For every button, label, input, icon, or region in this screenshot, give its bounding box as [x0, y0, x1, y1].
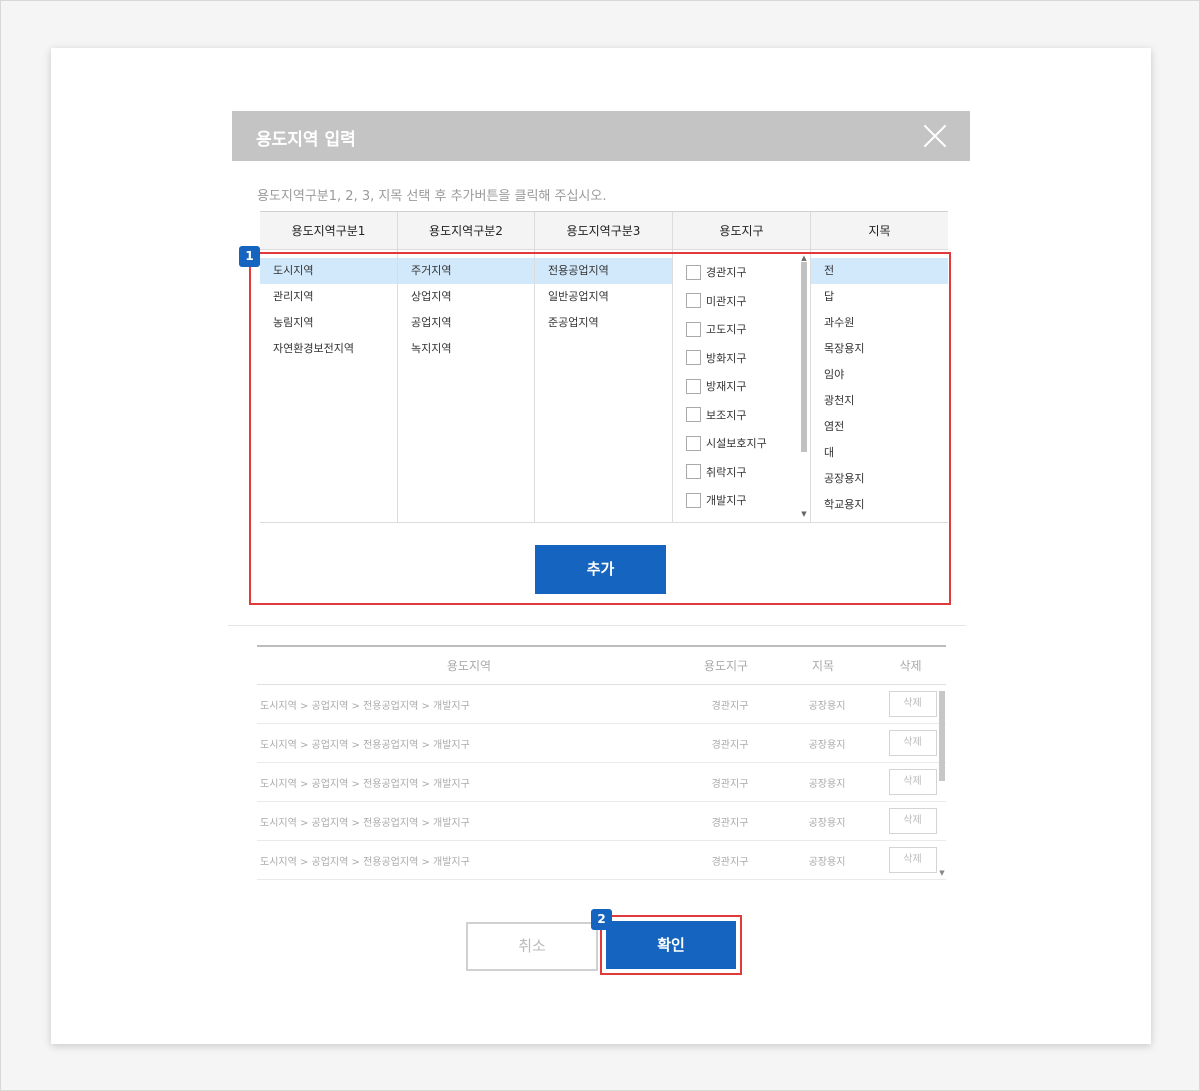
result-district-cell: 경관지구 — [711, 700, 749, 712]
result-delete-cell: 삭제 — [875, 769, 946, 795]
result-delete-cell: 삭제 — [875, 730, 946, 756]
result-district-cell: 경관지구 — [711, 778, 749, 790]
result-delete-cell: 삭제 — [875, 808, 946, 834]
table-row: 도시지역 > 공업지역 > 전용공업지역 > 개발지구 경관지구 공장용지 삭제 — [257, 724, 946, 763]
header-zone-1: 용도지역구분1 — [260, 212, 398, 249]
delete-button[interactable]: 삭제 — [888, 730, 937, 756]
result-header-zone: 용도지역 — [446, 659, 492, 673]
header-zone-2: 용도지역구분2 — [398, 212, 535, 249]
result-zone-cell: 도시지역 > 공업지역 > 전용공업지역 > 개발지구 — [260, 856, 470, 868]
table-row: 도시지역 > 공업지역 > 전용공업지역 > 개발지구 경관지구 공장용지 삭제 — [257, 841, 946, 880]
result-land-cell: 공장용지 — [808, 856, 846, 868]
delete-button[interactable]: 삭제 — [888, 808, 937, 834]
result-zone-cell: 도시지역 > 공업지역 > 전용공업지역 > 개발지구 — [260, 817, 470, 829]
result-rows: 도시지역 > 공업지역 > 전용공업지역 > 개발지구 경관지구 공장용지 삭제 도시지… — [257, 685, 946, 880]
result-header-land: 지목 — [811, 659, 835, 673]
cancel-button[interactable]: 취소 — [466, 922, 598, 971]
result-zone-cell: 도시지역 > 공업지역 > 전용공업지역 > 개발지구 — [260, 778, 470, 790]
result-land-cell: 공장용지 — [808, 778, 846, 790]
add-button[interactable]: 추가 — [535, 545, 666, 594]
header-zone-3: 용도지역구분3 — [535, 212, 673, 249]
result-district-cell: 경관지구 — [711, 739, 749, 751]
delete-button[interactable]: 삭제 — [888, 769, 937, 795]
result-scrollbar[interactable]: ▼ — [938, 687, 946, 881]
result-header-district: 용도지구 — [703, 659, 749, 673]
result-header: 용도지역 용도지구 지목 삭제 — [257, 645, 946, 685]
result-zone-cell: 도시지역 > 공업지역 > 전용공업지역 > 개발지구 — [260, 739, 470, 751]
table-row: 도시지역 > 공업지역 > 전용공업지역 > 개발지구 경관지구 공장용지 삭제 — [257, 763, 946, 802]
result-zone-cell: 도시지역 > 공업지역 > 전용공업지역 > 개발지구 — [260, 700, 470, 712]
result-delete-cell: 삭제 — [875, 691, 946, 717]
step-badge-2: 2 — [591, 909, 612, 930]
header-land-category: 지목 — [868, 224, 891, 238]
result-land-cell: 공장용지 — [808, 700, 846, 712]
result-district-cell: 경관지구 — [711, 856, 749, 868]
close-icon[interactable] — [922, 123, 948, 149]
section-divider — [228, 625, 966, 626]
page-card: 용도지역 입력 용도지역구분1, 2, 3, 지목 선택 후 추가버튼을 클릭해… — [51, 48, 1151, 1044]
modal-header: 용도지역 입력 — [232, 111, 970, 161]
delete-button[interactable]: 삭제 — [888, 691, 937, 717]
result-scrollbar-thumb[interactable] — [939, 691, 945, 781]
result-district-cell: 경관지구 — [711, 817, 749, 829]
selector-header: 용도지역구분1 용도지역구분2 용도지역구분3 용도지구 지목 — [260, 212, 948, 250]
step-badge-1: 1 — [239, 246, 260, 267]
highlight-box-2 — [600, 915, 742, 975]
delete-button[interactable]: 삭제 — [888, 847, 937, 873]
result-land-cell: 공장용지 — [808, 739, 846, 751]
header-district: 용도지구 — [673, 212, 811, 249]
result-delete-cell: 삭제 — [875, 847, 946, 873]
result-table: 용도지역 용도지구 지목 삭제 도시지역 > 공업지역 > 전용공업지역 > 개… — [257, 645, 946, 880]
result-scroll-down-icon[interactable]: ▼ — [938, 869, 946, 877]
table-row: 도시지역 > 공업지역 > 전용공업지역 > 개발지구 경관지구 공장용지 삭제 — [257, 802, 946, 841]
modal-title: 용도지역 입력 — [256, 130, 356, 150]
result-header-delete: 삭제 — [899, 659, 922, 673]
instruction-text: 용도지역구분1, 2, 3, 지목 선택 후 추가버튼을 클릭해 주십시오. — [257, 189, 607, 204]
result-land-cell: 공장용지 — [808, 817, 846, 829]
table-row: 도시지역 > 공업지역 > 전용공업지역 > 개발지구 경관지구 공장용지 삭제 — [257, 685, 946, 724]
